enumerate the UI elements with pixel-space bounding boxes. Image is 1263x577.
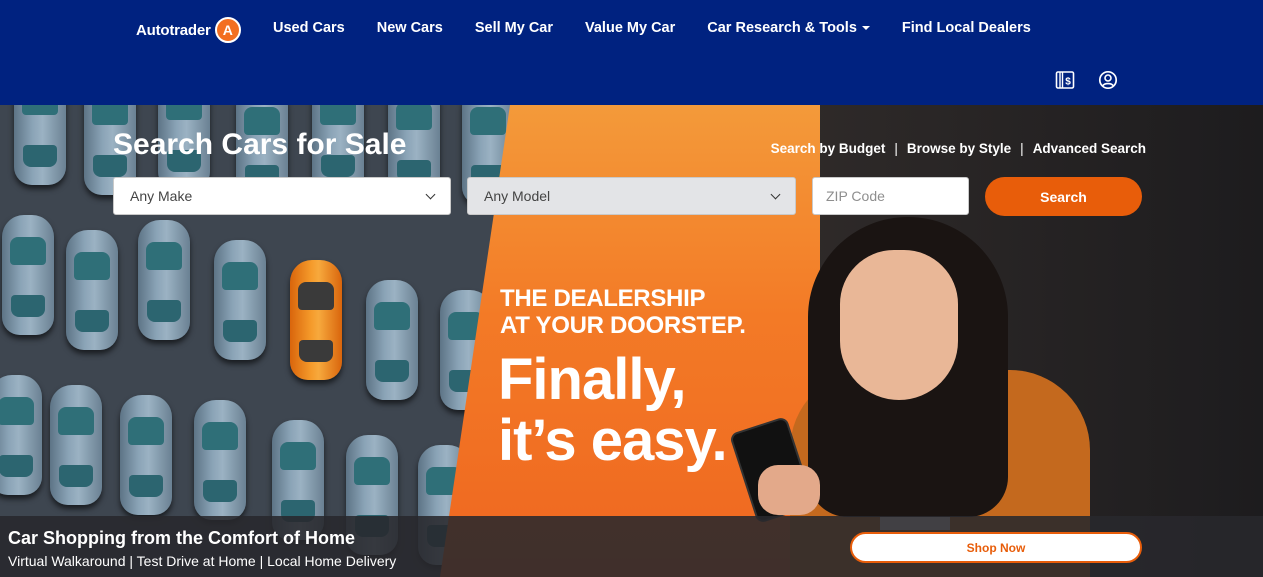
chevron-down-icon [425, 189, 436, 199]
woman-face-graphic [840, 250, 958, 400]
car-graphic [194, 400, 246, 520]
divider: | [894, 141, 898, 156]
nav-value-my-car[interactable]: Value My Car [585, 20, 675, 36]
browse-by-style-link[interactable]: Browse by Style [907, 141, 1011, 156]
autotrader-logo[interactable]: Autotrader A [136, 16, 241, 44]
banner-title: Car Shopping from the Comfort of Home [8, 528, 355, 548]
main-nav: Used Cars New Cars Sell My Car Value My … [273, 20, 1063, 36]
car-graphic [66, 230, 118, 350]
nav-label: Used Cars [273, 20, 345, 36]
saved-price-icon[interactable]: $ [1055, 70, 1075, 90]
svg-text:$: $ [1065, 77, 1071, 88]
promo-tagline: THE DEALERSHIP AT YOUR DOORSTEP. [500, 285, 746, 339]
nav-label: Value My Car [585, 20, 676, 36]
promo-headline: Finally, it’s easy. [498, 347, 728, 473]
promo-headline-line2: it’s easy. [498, 408, 728, 473]
banner-subtitle: Virtual Walkaround | Test Drive at Home … [8, 553, 397, 569]
search-quick-links: Search by Budget | Browse by Style | Adv… [771, 141, 1146, 156]
car-graphic [366, 280, 418, 400]
promo-tagline-line1: THE DEALERSHIP [500, 285, 706, 312]
nav-used-cars[interactable]: Used Cars [273, 20, 345, 36]
home-shopping-banner: Car Shopping from the Comfort of Home Vi… [0, 516, 1263, 577]
nav-sell-my-car[interactable]: Sell My Car [475, 20, 553, 36]
car-graphic [0, 375, 42, 495]
divider: | [1020, 141, 1024, 156]
zip-code-input[interactable] [812, 177, 969, 215]
car-graphic [138, 220, 190, 340]
hand-graphic [758, 465, 820, 515]
nav-new-cars[interactable]: New Cars [377, 20, 443, 36]
promo-headline-line1: Finally, [498, 347, 687, 412]
model-select[interactable]: Any Model [467, 177, 796, 215]
logo-text: Autotrader [136, 21, 211, 39]
nav-label: New Cars [376, 20, 443, 36]
autotrader-logo-icon: A [214, 17, 241, 43]
car-graphic [214, 240, 266, 360]
search-by-budget-link[interactable]: Search by Budget [771, 141, 886, 156]
hero-section: Search Cars for Sale Search by Budget | … [0, 105, 1263, 577]
nav-label: Car Research & Tools [707, 20, 857, 36]
shop-now-button[interactable]: Shop Now [850, 532, 1142, 563]
caret-down-icon [861, 26, 870, 30]
promo-tagline-line2: AT YOUR DOORSTEP. [500, 312, 746, 339]
site-header: Autotrader A Used Cars New Cars Sell My … [0, 0, 1263, 105]
nav-label: Sell My Car [474, 20, 553, 36]
chevron-down-icon [770, 189, 781, 199]
nav-car-research-tools[interactable]: Car Research & Tools [707, 20, 870, 36]
search-button[interactable]: Search [985, 177, 1142, 216]
car-graphic [2, 215, 54, 335]
make-select-value: Any Make [130, 188, 193, 204]
advanced-search-link[interactable]: Advanced Search [1033, 141, 1146, 156]
car-graphic [120, 395, 172, 515]
car-graphic [50, 385, 102, 505]
account-icon[interactable] [1098, 70, 1118, 90]
car-graphic [14, 105, 66, 185]
make-select[interactable]: Any Make [113, 177, 451, 215]
nav-label: Find Local Dealers [901, 20, 1031, 36]
model-select-value: Any Model [484, 188, 551, 204]
logo-mark-letter: A [222, 22, 233, 38]
nav-find-local-dealers[interactable]: Find Local Dealers [902, 20, 1031, 36]
search-title: Search Cars for Sale [113, 128, 407, 161]
orange-car-graphic [290, 260, 342, 380]
